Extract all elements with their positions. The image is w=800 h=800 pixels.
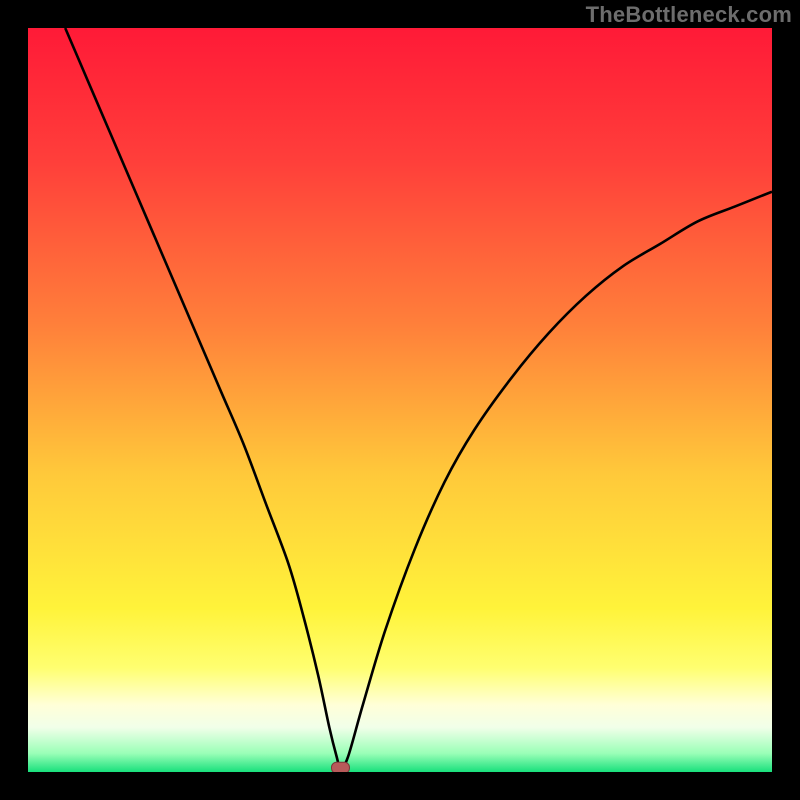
plot-area [28, 28, 772, 772]
watermark-text: TheBottleneck.com [586, 2, 792, 28]
chart-frame: TheBottleneck.com [0, 0, 800, 800]
gradient-background [28, 28, 772, 772]
optimal-point-marker [331, 762, 349, 772]
bottleneck-chart [28, 28, 772, 772]
